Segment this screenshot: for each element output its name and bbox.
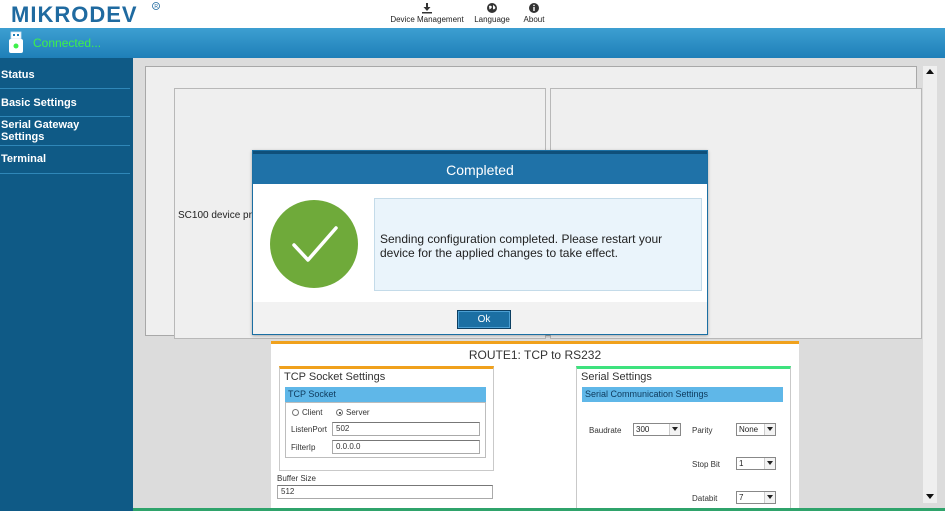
sidebar-item-label: Terminal: [1, 153, 47, 165]
svg-text:MIKRODEV: MIKRODEV: [11, 2, 138, 27]
group-title: TCP Socket Settings: [284, 371, 386, 383]
sidebar-item-basic-settings[interactable]: Basic Settings: [0, 89, 130, 117]
sidebar-item-terminal[interactable]: Terminal: [0, 146, 130, 174]
baudrate-select[interactable]: 300: [633, 423, 681, 436]
serial-settings-group: Serial Settings Serial Communication Set…: [576, 366, 791, 511]
databit-label: Databit: [692, 494, 718, 503]
client-radio-label: Client: [302, 408, 323, 417]
device-management-button[interactable]: Device Management: [388, 2, 466, 24]
parity-select[interactable]: None: [736, 423, 776, 436]
tcp-socket-box: Client Server ListenPort 502 FilterIp 0.…: [285, 402, 486, 458]
language-button[interactable]: Language: [470, 2, 514, 24]
client-radio[interactable]: Client: [292, 408, 322, 417]
filter-ip-input[interactable]: 0.0.0.0: [332, 440, 480, 454]
language-label: Language: [474, 15, 510, 24]
sidebar-item-label: Serial Gateway: [1, 119, 80, 131]
route-title: ROUTE1: TCP to RS232: [468, 348, 602, 362]
databit-value: 7: [739, 493, 744, 502]
about-label: About: [523, 15, 545, 24]
scroll-down-icon[interactable]: [923, 491, 937, 503]
sidebar-item-label: Status: [1, 69, 35, 81]
svg-text:R: R: [154, 4, 158, 10]
chevron-down-icon: [764, 458, 775, 469]
radio-dot-selected: [336, 409, 343, 416]
sidebar-item-label: Settings: [1, 131, 45, 143]
chevron-down-icon: [764, 492, 775, 503]
globe-icon: [487, 3, 497, 13]
info-icon: [529, 3, 539, 13]
parity-value: None: [739, 425, 759, 434]
app-window: MIKRODEV R Device Management Language Ab…: [0, 0, 945, 511]
sidebar-item-status[interactable]: Status: [0, 61, 130, 89]
vertical-scrollbar[interactable]: [923, 66, 937, 503]
tcp-socket-subtitle: TCP Socket: [285, 387, 486, 402]
connection-status-text: Connected...: [33, 36, 102, 50]
completed-dialog: Completed Sending configuration complete…: [252, 150, 708, 335]
buffer-size-input[interactable]: 512: [277, 485, 493, 499]
about-button[interactable]: About: [518, 2, 550, 24]
baudrate-value: 300: [636, 425, 650, 434]
buffer-size-label: Buffer Size: [277, 474, 316, 483]
route-config-panel: ROUTE1: TCP to RS232 TCP Socket Settings…: [271, 341, 799, 511]
chevron-down-icon: [669, 424, 680, 435]
dialog-body: Sending configuration completed. Please …: [253, 184, 707, 302]
usb-icon: [9, 31, 23, 53]
stop-bit-label: Stop Bit: [692, 460, 721, 469]
sidebar-item-label: Basic Settings: [1, 97, 77, 109]
radio-dot: [292, 409, 299, 416]
tcp-socket-settings-group: TCP Socket Settings TCP Socket Client Se…: [279, 366, 494, 471]
sidebar: Status Basic Settings Serial Gateway Set…: [0, 58, 133, 511]
parity-label: Parity: [692, 426, 713, 435]
mikrodev-logo: MIKRODEV R: [11, 2, 160, 27]
serial-communication-subtitle: Serial Communication Settings: [582, 387, 783, 402]
sidebar-item-serial-gateway-settings[interactable]: Serial Gateway Settings: [0, 117, 130, 146]
stop-bit-value: 1: [739, 459, 744, 468]
dialog-message: Sending configuration completed. Please …: [380, 232, 663, 260]
dialog-header: Completed: [253, 151, 707, 184]
connection-bar: Connected...: [0, 28, 945, 58]
chevron-down-icon: [764, 424, 775, 435]
device-management-label: Device Management: [390, 15, 464, 24]
group-title: Serial Settings: [581, 371, 652, 383]
baudrate-label: Baudrate: [589, 426, 622, 435]
dialog-title: Completed: [446, 162, 514, 178]
checkmark-circle-icon: [270, 200, 358, 288]
ok-button[interactable]: Ok: [457, 310, 511, 329]
listen-port-input[interactable]: 502: [332, 422, 480, 436]
server-radio[interactable]: Server: [336, 408, 370, 417]
message-box: Sending configuration completed. Please …: [374, 198, 702, 291]
listen-port-label: ListenPort: [291, 425, 328, 434]
filter-ip-label: FilterIp: [291, 443, 316, 452]
top-bar: MIKRODEV R Device Management Language Ab…: [0, 0, 945, 28]
server-radio-label: Server: [346, 408, 370, 417]
download-icon: [422, 3, 432, 14]
databit-select[interactable]: 7: [736, 491, 776, 504]
scroll-up-icon[interactable]: [923, 66, 937, 78]
dialog-footer: Ok: [253, 302, 707, 334]
stop-bit-select[interactable]: 1: [736, 457, 776, 470]
